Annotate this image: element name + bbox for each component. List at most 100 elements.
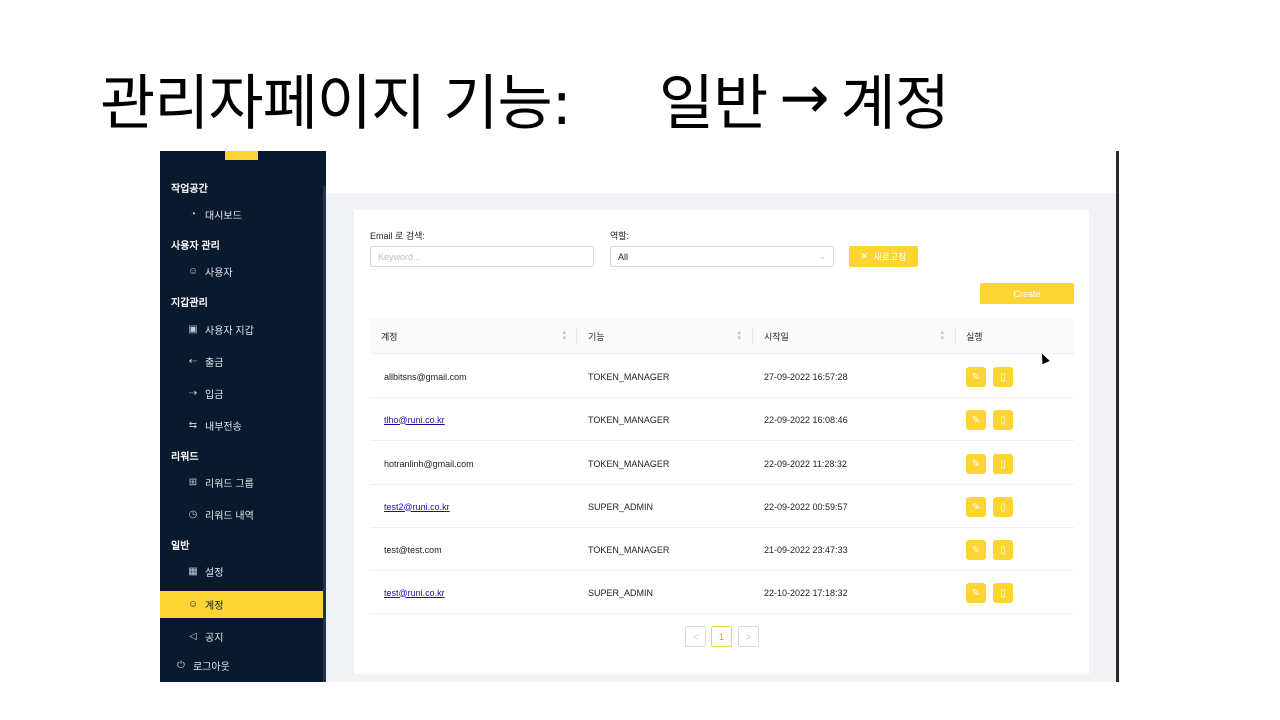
delete-button[interactable]: ▯: [993, 497, 1013, 517]
history-icon: ◷: [188, 509, 198, 520]
cell-role: SUPER_ADMIN: [588, 587, 654, 598]
sidebar-item-account[interactable]: ☺ 계정: [160, 591, 323, 618]
refresh-button[interactable]: ✕ 새로고침: [849, 246, 918, 267]
trash-icon: ▯: [1000, 501, 1006, 513]
edit-button[interactable]: ✎: [966, 410, 986, 430]
logout-button[interactable]: ⏻ 로그아웃: [160, 652, 323, 679]
trash-icon: ▯: [1000, 544, 1006, 556]
role-select[interactable]: All ⌄: [610, 246, 834, 267]
deposit-icon: ⇢: [188, 388, 198, 399]
cell-start-date: 22-09-2022 00:59:57: [764, 501, 848, 512]
cell-account: test@test.com: [384, 544, 442, 555]
edit-button[interactable]: ✎: [966, 497, 986, 517]
cell-start-date: 21-09-2022 23:47:33: [764, 544, 848, 555]
cell-role: SUPER_ADMIN: [588, 501, 654, 512]
delete-button[interactable]: ▯: [993, 540, 1013, 560]
table-header: 계정 ▴ ▾ 기능 ▴ ▾ 시작일 ▴ ▾ 실행: [370, 318, 1074, 354]
sort-icon: ▴ ▾: [940, 329, 944, 342]
sidebar-item-label: 계정: [205, 601, 224, 612]
column-header-label: 기능: [588, 331, 605, 342]
sidebar-item-dashboard[interactable]: ◔ 대시보드: [160, 201, 323, 228]
sidebar-item-label: 사용자 지갑: [205, 326, 254, 337]
cell-role: TOKEN_MANAGER: [588, 544, 670, 555]
pagination-page-1[interactable]: 1: [711, 626, 732, 647]
sidebar-group-general: 일반: [171, 541, 190, 552]
sort-icon: ▴ ▾: [737, 329, 741, 342]
sidebar-item-label: 리워드 그룹: [205, 479, 254, 490]
delete-button[interactable]: ▯: [993, 410, 1013, 430]
trash-icon: ▯: [1000, 458, 1006, 470]
trash-icon: ▯: [1000, 371, 1006, 383]
cell-account-link[interactable]: test@runi.co.kr: [384, 571, 445, 614]
sidebar-item-internal-transfer[interactable]: ⇆ 내부전송: [160, 412, 323, 439]
cell-account-link[interactable]: test2@runi.co.kr: [384, 485, 450, 528]
column-header-actions: 실행: [966, 318, 1066, 354]
cell-start-date: 22-10-2022 17:18:32: [764, 587, 848, 598]
sidebar-item-users[interactable]: ☺ 사용자: [160, 258, 323, 285]
pagination-prev-button[interactable]: <: [685, 626, 706, 647]
sort-icon: ▴ ▾: [562, 329, 566, 342]
role-select-value: All: [618, 251, 629, 262]
user-icon: ☺: [187, 266, 199, 277]
pencil-icon: ✎: [971, 458, 981, 470]
grid-icon: ▦: [188, 566, 198, 577]
header-bar: [326, 151, 1120, 193]
sidebar-group-reward: 리워드: [171, 452, 199, 463]
sidebar-item-notice[interactable]: ◁ 공지: [160, 623, 323, 650]
column-header-account[interactable]: 계정 ▴ ▾: [381, 318, 576, 354]
sidebar-item-deposit[interactable]: ⇢ 입금: [160, 380, 323, 407]
delete-button[interactable]: ▯: [993, 583, 1013, 603]
column-header-label: 시작일: [764, 331, 789, 342]
email-search-placeholder: Keyword...: [378, 251, 421, 262]
logout-icon: ⏻: [177, 660, 185, 671]
chevron-down-icon: ⌄: [818, 251, 826, 261]
column-header-role[interactable]: 기능 ▴ ▾: [588, 318, 751, 354]
sidebar-group-wallet: 지갑관리: [171, 298, 208, 309]
arrow-icon: →: [779, 63, 829, 133]
sidebar-item-settings[interactable]: ▦ 설정: [160, 558, 323, 585]
sidebar-item-label: 사용자: [205, 268, 233, 279]
close-icon: ✕: [860, 251, 869, 261]
sidebar-group-user-management: 사용자 관리: [171, 241, 220, 252]
email-search-input[interactable]: Keyword...: [370, 246, 594, 267]
cell-start-date: 22-09-2022 16:08:46: [764, 414, 848, 425]
sidebar-item-user-wallet[interactable]: ▣ 사용자 지갑: [160, 316, 323, 343]
column-header-start-date[interactable]: 시작일 ▴ ▾: [764, 318, 954, 354]
create-button[interactable]: Create: [980, 283, 1074, 304]
table-row: test@runi.co.kr SUPER_ADMIN 22-10-2022 1…: [370, 571, 1074, 614]
email-search-label: Email 로 검색:: [370, 231, 425, 241]
slide-title-account: 계정: [840, 68, 950, 139]
pencil-icon: ✎: [971, 414, 981, 426]
pencil-icon: ✎: [971, 587, 981, 599]
logout-label: 로그아웃: [193, 662, 230, 673]
sidebar-item-label: 대시보드: [205, 211, 242, 222]
cell-start-date: 27-09-2022 16:57:28: [764, 371, 848, 382]
table-row: test@test.com TOKEN_MANAGER 21-09-2022 2…: [370, 528, 1074, 571]
pencil-icon: ✎: [971, 544, 981, 556]
delete-button[interactable]: ▯: [993, 367, 1013, 387]
logo: [225, 151, 258, 160]
megaphone-icon: ◁: [189, 631, 197, 642]
sidebar: 작업공간 ◔ 대시보드 사용자 관리 ☺ 사용자 지갑관리 ▣ 사용자 지갑 ⇠…: [160, 151, 326, 682]
sidebar-item-withdraw[interactable]: ⇠ 출금: [160, 348, 323, 375]
slide-title: 관리자페이지 기능: 일반 → 계정: [100, 58, 950, 139]
sidebar-item-reward-history[interactable]: ◷ 리워드 내역: [160, 501, 323, 528]
sidebar-item-label: 설정: [205, 568, 224, 579]
sidebar-item-label: 리워드 내역: [205, 511, 254, 522]
dashboard-icon: ◔: [189, 209, 197, 220]
sidebar-scrollbar[interactable]: [323, 186, 326, 682]
trash-icon: ▯: [1000, 414, 1006, 426]
cell-account: hotranlinh@gmail.com: [384, 458, 474, 469]
sidebar-item-reward-group[interactable]: ⊞ 리워드 그룹: [160, 469, 323, 496]
cell-account-link[interactable]: tlho@runi.co.kr: [384, 398, 445, 441]
sidebar-item-label: 입금: [205, 390, 224, 401]
sidebar-item-label: 내부전송: [205, 422, 242, 433]
pagination-next-button[interactable]: >: [738, 626, 759, 647]
edit-button[interactable]: ✎: [966, 540, 986, 560]
cell-role: TOKEN_MANAGER: [588, 414, 670, 425]
edit-button[interactable]: ✎: [966, 367, 986, 387]
wallet-icon: ▣: [188, 324, 198, 335]
edit-button[interactable]: ✎: [966, 454, 986, 474]
delete-button[interactable]: ▯: [993, 454, 1013, 474]
edit-button[interactable]: ✎: [966, 583, 986, 603]
